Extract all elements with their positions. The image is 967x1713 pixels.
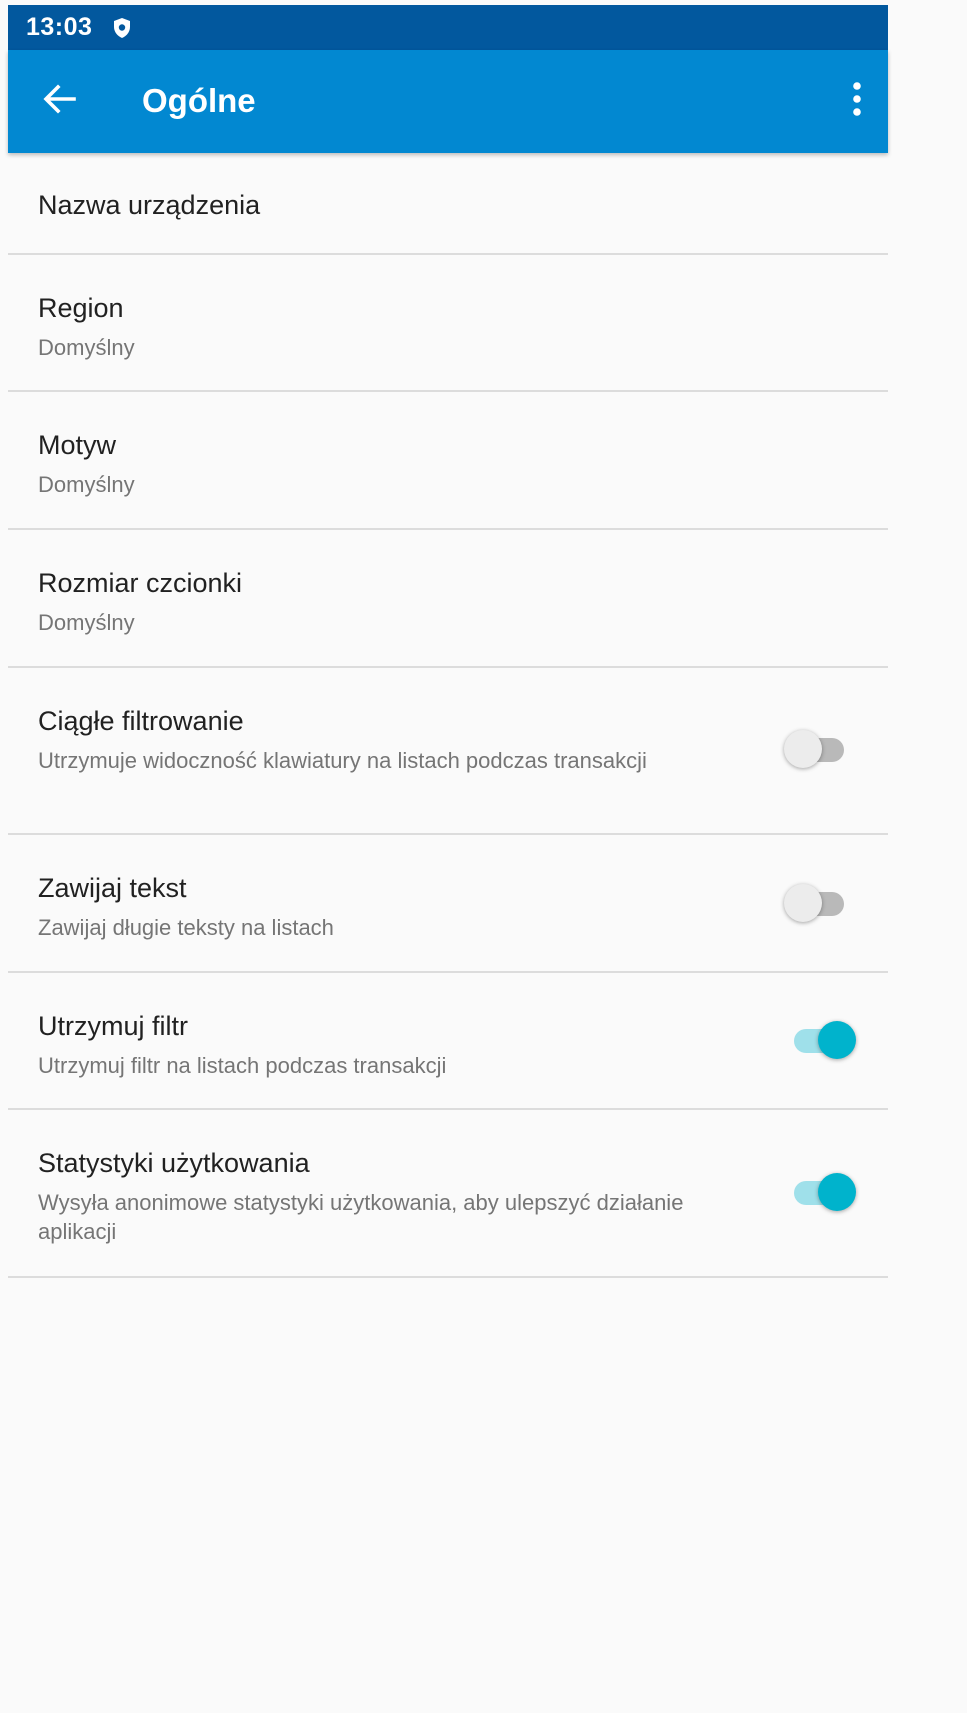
- setting-region[interactable]: Region Domyślny: [8, 255, 888, 392]
- shield-icon: [112, 17, 132, 39]
- more-options-button[interactable]: [840, 76, 874, 126]
- setting-description: Zawijaj długie teksty na listach: [38, 915, 334, 940]
- setting-title: Nazwa urządzenia: [38, 190, 261, 220]
- setting-font-size[interactable]: Rozmiar czcionki Domyślny: [8, 530, 888, 668]
- usage-statistics-toggle[interactable]: [794, 1167, 856, 1219]
- setting-value: Domyślny: [38, 335, 135, 360]
- setting-text: Motyw Domyślny: [38, 428, 738, 499]
- arrow-back-icon: [42, 83, 76, 119]
- app-bar: Ogólne: [8, 50, 888, 153]
- setting-wrap-text[interactable]: Zawijaj tekst Zawijaj długie teksty na l…: [8, 835, 888, 973]
- setting-keep-filter[interactable]: Utrzymuj filtr Utrzymuj filtr na listach…: [8, 973, 888, 1110]
- setting-text: Ciągłe filtrowanie Utrzymuje widoczność …: [38, 704, 738, 775]
- status-bar: 13:03: [8, 5, 888, 50]
- setting-description: Utrzymuje widoczność klawiatury na lista…: [38, 748, 647, 773]
- switch-thumb: [784, 884, 822, 922]
- setting-title: Zawijaj tekst: [38, 873, 187, 903]
- setting-title: Motyw: [38, 430, 117, 460]
- page-title: Ogólne: [142, 82, 256, 119]
- switch-thumb: [818, 1021, 856, 1059]
- setting-theme[interactable]: Motyw Domyślny: [8, 392, 888, 530]
- setting-title: Region: [38, 293, 124, 323]
- setting-title: Rozmiar czcionki: [38, 568, 243, 598]
- setting-text: Zawijaj tekst Zawijaj długie teksty na l…: [38, 871, 738, 942]
- setting-usage-statistics[interactable]: Statystyki użytkowania Wysyła anonimowe …: [8, 1110, 888, 1278]
- screen: 13:03 Ogólne Nazwa urządzenia Region Dom…: [0, 0, 967, 1713]
- setting-text: Statystyki użytkowania Wysyła anonimowe …: [38, 1146, 738, 1246]
- status-time: 13:03: [26, 13, 93, 41]
- switch-thumb: [784, 730, 822, 768]
- settings-list: Nazwa urządzenia Region Domyślny Motyw D…: [8, 153, 888, 1278]
- wrap-text-toggle[interactable]: [784, 878, 852, 930]
- setting-text: Region Domyślny: [38, 291, 738, 362]
- setting-continuous-filtering[interactable]: Ciągłe filtrowanie Utrzymuje widoczność …: [8, 668, 888, 835]
- back-button[interactable]: [34, 76, 84, 126]
- more-vert-icon: [852, 81, 862, 121]
- switch-thumb: [818, 1173, 856, 1211]
- setting-title: Statystyki użytkowania: [38, 1148, 310, 1178]
- setting-title: Ciągłe filtrowanie: [38, 706, 244, 736]
- setting-value: Domyślny: [38, 610, 135, 635]
- keep-filter-toggle[interactable]: [794, 1015, 856, 1067]
- setting-text: Nazwa urządzenia: [38, 188, 738, 222]
- setting-description: Utrzymuj filtr na listach podczas transa…: [38, 1053, 447, 1078]
- continuous-filtering-toggle[interactable]: [784, 724, 852, 776]
- setting-text: Rozmiar czcionki Domyślny: [38, 566, 738, 637]
- setting-value: Domyślny: [38, 472, 135, 497]
- setting-title: Utrzymuj filtr: [38, 1011, 188, 1041]
- setting-description: Wysyła anonimowe statystyki użytkowania,…: [38, 1190, 684, 1244]
- setting-device-name[interactable]: Nazwa urządzenia: [8, 153, 888, 255]
- setting-text: Utrzymuj filtr Utrzymuj filtr na listach…: [38, 1009, 738, 1080]
